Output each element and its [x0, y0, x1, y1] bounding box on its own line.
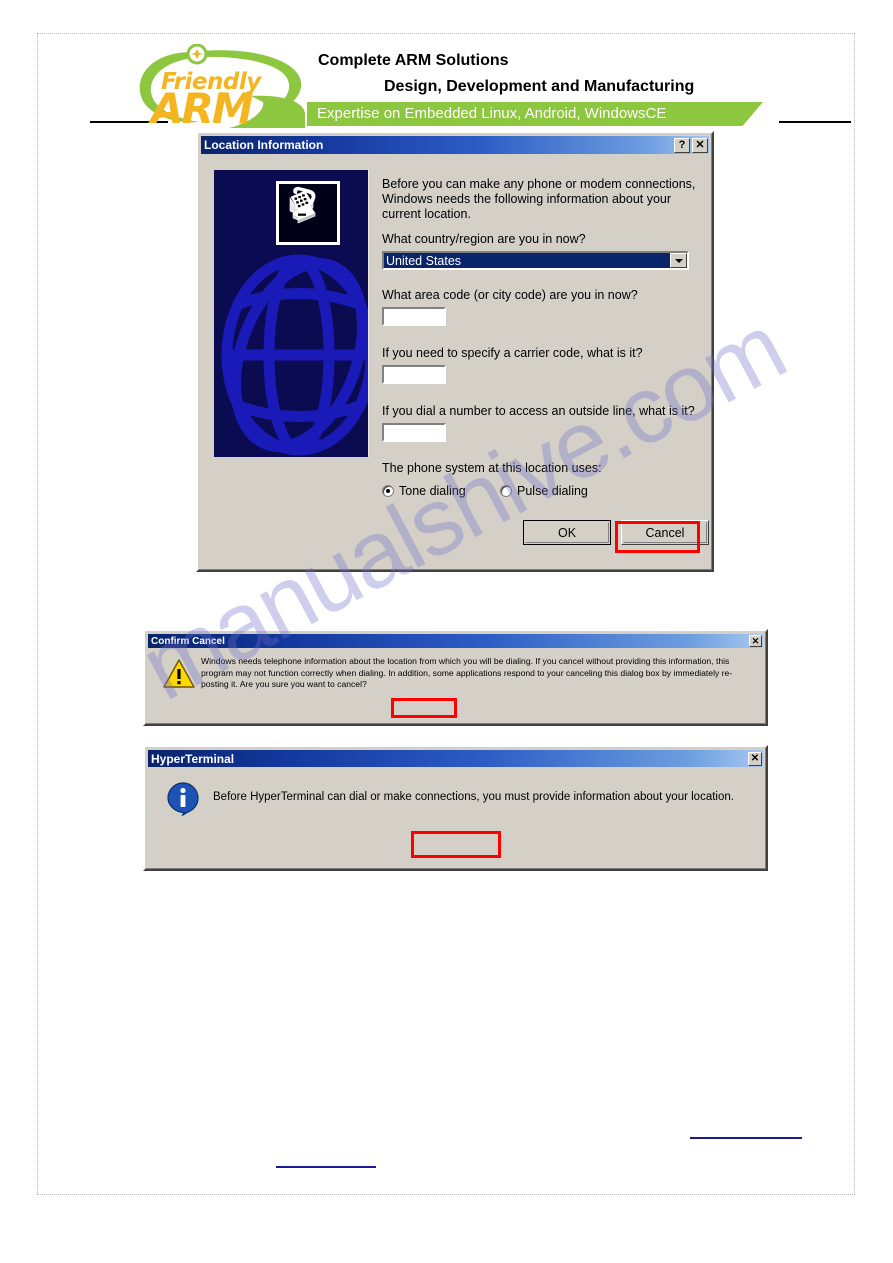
country-select-value: United States: [384, 253, 670, 268]
warning-icon: [163, 659, 195, 689]
phone-system-label: The phone system at this location uses:: [382, 461, 602, 475]
titlebar-button-group: ✕: [748, 751, 763, 766]
outside-line-question-label: If you dial a number to access an outsid…: [382, 404, 695, 418]
radio-pulse-mark: [500, 485, 512, 497]
carrier-code-question-label: If you need to specify a carrier code, w…: [382, 346, 643, 360]
location-dialog-titlebar[interactable]: Location Information ? ✕: [201, 136, 709, 154]
tagline-line-1: Complete ARM Solutions: [318, 52, 509, 69]
country-question-label: What country/region are you in now?: [382, 232, 586, 246]
logo-arm-text: ARM: [151, 84, 254, 133]
location-information-dialog: Location Information ? ✕ Before you can …: [196, 131, 714, 572]
radio-tone-mark: [382, 485, 394, 497]
carrier-code-input[interactable]: [382, 365, 446, 384]
close-icon[interactable]: ✕: [749, 635, 762, 647]
chevron-down-icon[interactable]: [670, 253, 687, 268]
tagline-line-2: Design, Development and Manufacturing: [384, 78, 695, 95]
hyperterminal-message: Before HyperTerminal can dial or make co…: [213, 791, 734, 803]
radio-pulse-dialing[interactable]: Pulse dialing: [500, 484, 588, 498]
location-cancel-label: Cancel: [645, 525, 685, 540]
green-banner-text: Expertise on Embedded Linux, Android, Wi…: [317, 105, 667, 122]
link-underline-left[interactable]: [276, 1166, 376, 1168]
location-ok-label: OK: [557, 525, 577, 540]
hyperterminal-dialog-title: HyperTerminal: [151, 751, 235, 766]
location-cancel-button[interactable]: Cancel: [621, 520, 709, 545]
confirm-dialog-titlebar[interactable]: Confirm Cancel ✕: [148, 634, 763, 648]
location-ok-button[interactable]: OK: [523, 520, 611, 545]
outside-line-input[interactable]: [382, 423, 446, 442]
confirm-cancel-dialog: Confirm Cancel ✕ Windows needs telephone…: [143, 629, 768, 726]
titlebar-button-group: ? ✕: [674, 137, 709, 153]
telephone-icon: [276, 181, 340, 245]
close-icon[interactable]: ✕: [748, 751, 762, 766]
header-rule-right: [779, 121, 851, 123]
radio-tone-label: Tone dialing: [399, 484, 466, 498]
help-icon[interactable]: ?: [674, 137, 690, 153]
location-picture-panel: [214, 170, 369, 457]
page-header: Friendly ARM Complete ARM Solutions Desi…: [37, 33, 855, 133]
telephone-glyph: [289, 186, 316, 224]
radio-tone-dialing[interactable]: Tone dialing: [382, 484, 466, 498]
radio-pulse-label: Pulse dialing: [517, 484, 588, 498]
titlebar-button-group: ✕: [749, 635, 763, 647]
friendly-arm-logo: Friendly ARM: [133, 44, 305, 133]
confirm-dialog-title: Confirm Cancel: [151, 635, 225, 647]
country-select[interactable]: United States: [382, 251, 689, 270]
confirm-dialog-message: Windows needs telephone information abou…: [201, 656, 733, 689]
dialing-mode-radio-group: Tone dialing Pulse dialing: [382, 484, 682, 502]
close-icon[interactable]: ✕: [692, 137, 708, 153]
information-icon: [167, 782, 199, 817]
area-code-question-label: What area code (or city code) are you in…: [382, 288, 638, 302]
area-code-input[interactable]: [382, 307, 446, 326]
link-underline-right[interactable]: [690, 1137, 802, 1139]
location-intro-text: Before you can make any phone or modem c…: [382, 177, 696, 221]
location-dialog-title: Location Information: [204, 138, 324, 152]
hyperterminal-dialog-titlebar[interactable]: HyperTerminal ✕: [148, 750, 763, 767]
hyperterminal-dialog: HyperTerminal ✕ Before HyperTerminal can…: [143, 745, 768, 871]
